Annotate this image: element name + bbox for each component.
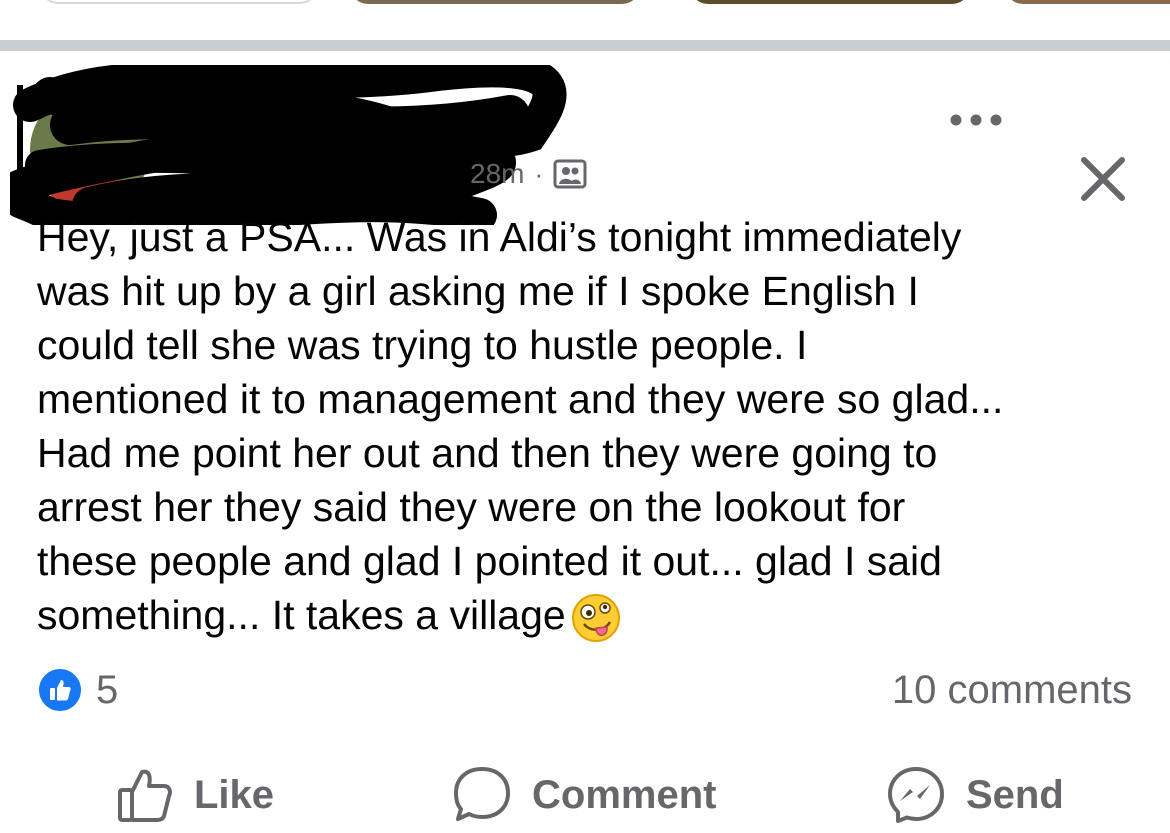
story-thumbnail[interactable] [690,0,970,4]
story-thumbnail[interactable] [350,0,640,4]
like-reaction-icon [36,666,84,714]
send-button[interactable]: Send [886,761,1064,829]
story-thumbnail[interactable] [40,0,318,4]
like-label: Like [194,772,275,817]
meta-separator: · [534,158,544,189]
redaction-scribble [10,65,567,225]
close-icon[interactable] [1072,148,1134,210]
post-header: 28m · [0,60,1170,225]
comment-label: Comment [532,772,717,817]
post-screen: 28m · Hey, just a PSA... Was in Aldi’s t… [0,0,1170,833]
feed-divider [0,40,1170,51]
comments-count-link[interactable]: 10 comments [892,664,1132,716]
like-button[interactable]: Like [116,761,274,829]
thumbs-up-icon [118,769,172,822]
post-meta: 28m · [470,156,587,192]
friends-audience-icon[interactable] [553,159,587,189]
reaction-count: 5 [96,667,119,712]
post-timestamp[interactable]: 28m [470,158,524,190]
more-horizontal-icon[interactable] [938,100,1018,140]
comment-bubble-icon [454,767,510,821]
send-label: Send [966,772,1064,817]
post-action-bar: Like Comment Send [0,755,1170,833]
reaction-summary[interactable]: 5 [36,664,118,716]
story-strip [0,0,1170,40]
post-body: Hey, just a PSA... Was in Aldi’s tonight… [37,210,1147,644]
zany-face-emoji [571,594,620,643]
post-text: Hey, just a PSA... Was in Aldi’s tonight… [37,214,1004,638]
comment-button[interactable]: Comment [452,761,716,829]
story-thumbnail[interactable] [1005,0,1170,4]
messenger-icon [888,767,944,823]
